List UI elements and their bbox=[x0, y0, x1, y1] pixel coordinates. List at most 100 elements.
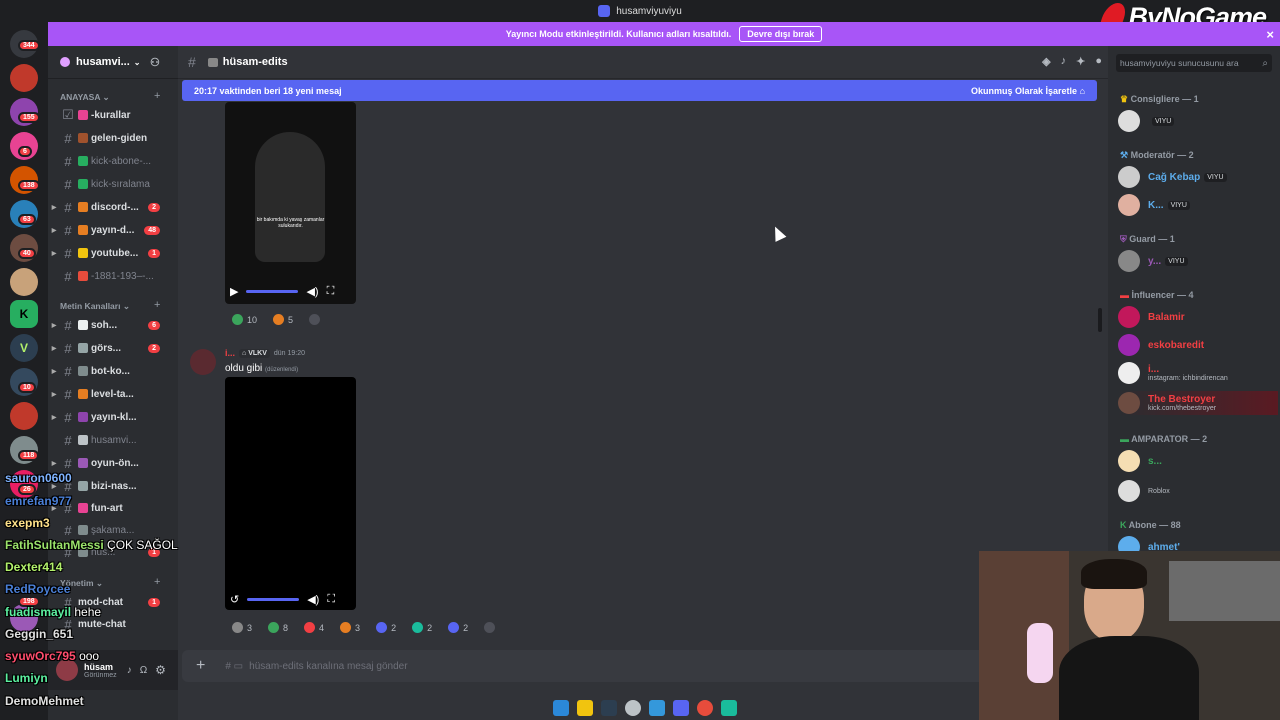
member-item[interactable]: Cağ Kebap VIYU bbox=[1118, 165, 1278, 189]
replay-icon[interactable]: ↺ bbox=[230, 593, 239, 606]
chat-header: # hüsam-edits ◈ ♪ ✦ ● bbox=[178, 46, 1108, 79]
reaction[interactable]: 4 bbox=[300, 620, 328, 635]
discord-icon[interactable] bbox=[673, 699, 689, 716]
channel-item[interactable]: # kick-abone-... bbox=[50, 151, 174, 171]
headphones-icon[interactable]: Ω bbox=[140, 665, 147, 676]
reaction[interactable]: 3 bbox=[336, 620, 364, 635]
message-input[interactable]: + # ▭ hüsam-edits kanalına mesaj gönder bbox=[182, 650, 1097, 682]
chrome-icon[interactable] bbox=[697, 699, 713, 716]
server-header[interactable]: husamvi... ⌄ ⚇ bbox=[48, 46, 178, 79]
windows-start-icon[interactable] bbox=[553, 699, 569, 716]
search-input[interactable]: husamviyuviyu sunucusunu ara ⌕ bbox=[1116, 54, 1272, 72]
reactions: 3 8 4 3 2 2 2 bbox=[228, 620, 499, 635]
reaction[interactable]: 5 bbox=[269, 312, 297, 327]
overlay-chat-line: DemoMehmet bbox=[5, 694, 84, 708]
volume-icon[interactable]: ◀) bbox=[306, 285, 318, 298]
channel-item[interactable]: ▶ # oyun-ön... bbox=[50, 453, 174, 473]
file-explorer-icon[interactable] bbox=[577, 699, 593, 716]
member-item[interactable]: Roblox bbox=[1118, 479, 1278, 503]
reaction[interactable]: 8 bbox=[264, 620, 292, 635]
category-anayasa[interactable]: ANAYASA ⌄ bbox=[60, 92, 110, 103]
add-member-icon[interactable]: ⚇ bbox=[150, 56, 160, 69]
gear-icon[interactable]: ⚙ bbox=[155, 663, 166, 677]
scrollbar[interactable] bbox=[1098, 308, 1102, 332]
mic-icon[interactable]: ♪ bbox=[127, 665, 132, 676]
pin-icon[interactable]: ✦ bbox=[1076, 55, 1085, 68]
channel-item[interactable]: # kick-sıralama bbox=[50, 174, 174, 194]
reaction[interactable]: 3 bbox=[228, 620, 256, 635]
taskbar bbox=[520, 695, 770, 720]
member-item[interactable]: Balamir bbox=[1118, 305, 1278, 329]
fullscreen-icon[interactable]: ⛶ bbox=[327, 285, 335, 298]
overlay-chat-line: exepm3 bbox=[5, 516, 50, 530]
hash-icon: # bbox=[64, 455, 72, 471]
channel-item[interactable]: ▶ # yayın-d... 48 bbox=[50, 220, 174, 240]
role-header: ⛨ Guard — 1 bbox=[1120, 234, 1175, 244]
influencer-icon: ▬ bbox=[1120, 290, 1129, 300]
server-icon[interactable] bbox=[10, 268, 38, 296]
reaction[interactable]: 2 bbox=[372, 620, 400, 635]
app-icon[interactable] bbox=[601, 699, 617, 716]
app-icon[interactable] bbox=[721, 699, 737, 716]
channel-item[interactable]: # -1881-193‒-... bbox=[50, 266, 174, 286]
volume-icon[interactable]: ◀) bbox=[307, 593, 319, 606]
plus-icon[interactable]: + bbox=[196, 657, 205, 675]
video-player[interactable] bbox=[225, 377, 356, 610]
kick-server-icon[interactable]: K bbox=[10, 300, 38, 328]
channel-item[interactable]: ▶ # level-ta... bbox=[50, 384, 174, 404]
plus-icon[interactable]: + bbox=[154, 90, 160, 102]
server-icon[interactable] bbox=[10, 64, 38, 92]
hash-icon: # bbox=[64, 153, 72, 169]
avatar[interactable] bbox=[190, 349, 216, 375]
bell-icon[interactable]: ♪ bbox=[1061, 55, 1067, 68]
reaction[interactable]: 2 bbox=[408, 620, 436, 635]
play-icon[interactable]: ▶ bbox=[230, 285, 238, 298]
reaction[interactable]: 2 bbox=[444, 620, 472, 635]
channel-item[interactable]: ▶ # yayın-kl... bbox=[50, 407, 174, 427]
add-reaction-icon[interactable] bbox=[305, 312, 324, 327]
chevron-down-icon[interactable]: ⌄ bbox=[134, 58, 141, 67]
fullscreen-icon[interactable]: ⛶ bbox=[327, 593, 335, 606]
channel-item[interactable]: ☑ -kurallar bbox=[50, 105, 174, 125]
disable-button[interactable]: Devre dışı bırak bbox=[739, 26, 823, 42]
member-item[interactable]: VIYU bbox=[1118, 109, 1278, 133]
category-metin[interactable]: Metin Kanalları ⌄ bbox=[60, 301, 130, 312]
avatar bbox=[1118, 480, 1140, 502]
channel-item[interactable]: ▶ # youtube... 1 bbox=[50, 243, 174, 263]
window-titlebar: husamviyuviyu bbox=[0, 0, 1280, 22]
member-item[interactable]: The Bestroyer kick.com/thebestroyer bbox=[1118, 391, 1278, 415]
server-icon[interactable]: V bbox=[10, 334, 38, 362]
channel-item[interactable]: # husamvi... bbox=[50, 430, 174, 450]
app-icon[interactable] bbox=[625, 699, 641, 716]
member-item[interactable]: eskobaredit bbox=[1118, 333, 1278, 357]
new-messages-bar[interactable]: 20:17 vaktinden beri 18 yeni mesaj Okunm… bbox=[182, 80, 1097, 101]
app-icon[interactable] bbox=[649, 699, 665, 716]
channel-item[interactable]: ▶ # bot-ko... bbox=[50, 361, 174, 381]
channel-item[interactable]: # şakama... bbox=[50, 520, 174, 540]
members-icon[interactable]: ● bbox=[1095, 55, 1102, 68]
mark-read-button[interactable]: Okunmuş Olarak İşaretle ⌂ bbox=[971, 86, 1085, 96]
kick-icon: K bbox=[1120, 520, 1127, 530]
plus-icon[interactable]: + bbox=[154, 299, 160, 311]
plus-icon[interactable]: + bbox=[154, 576, 160, 588]
user-name: hüsam bbox=[84, 661, 114, 672]
guild-badge: 155 bbox=[18, 112, 40, 123]
progress-bar[interactable] bbox=[246, 290, 299, 293]
member-item[interactable]: y... VIYU bbox=[1118, 249, 1278, 273]
channel-item[interactable]: ▶ # discord-... 2 bbox=[50, 197, 174, 217]
add-reaction-icon[interactable] bbox=[480, 620, 499, 635]
channel-item[interactable]: ▶ # görs... 2 bbox=[50, 338, 174, 358]
channel-item[interactable]: # gelen-giden bbox=[50, 128, 174, 148]
member-item[interactable]: s... bbox=[1118, 449, 1278, 473]
progress-bar[interactable] bbox=[247, 598, 300, 601]
close-icon[interactable]: × bbox=[1266, 27, 1274, 42]
threads-icon[interactable]: ◈ bbox=[1042, 55, 1050, 68]
server-icon[interactable] bbox=[10, 402, 38, 430]
video-player[interactable]: bir bakımda ki yavaş zamanlar sulukarıdı… bbox=[225, 102, 356, 304]
member-item[interactable]: i... instagram: ichbindirencan bbox=[1118, 361, 1278, 385]
avatar bbox=[1118, 362, 1140, 384]
hash-icon: # bbox=[64, 130, 72, 146]
reaction[interactable]: 10 bbox=[228, 312, 261, 327]
channel-item[interactable]: ▶ # soh... 6 bbox=[50, 315, 174, 335]
member-item[interactable]: K... VIYU bbox=[1118, 193, 1278, 217]
